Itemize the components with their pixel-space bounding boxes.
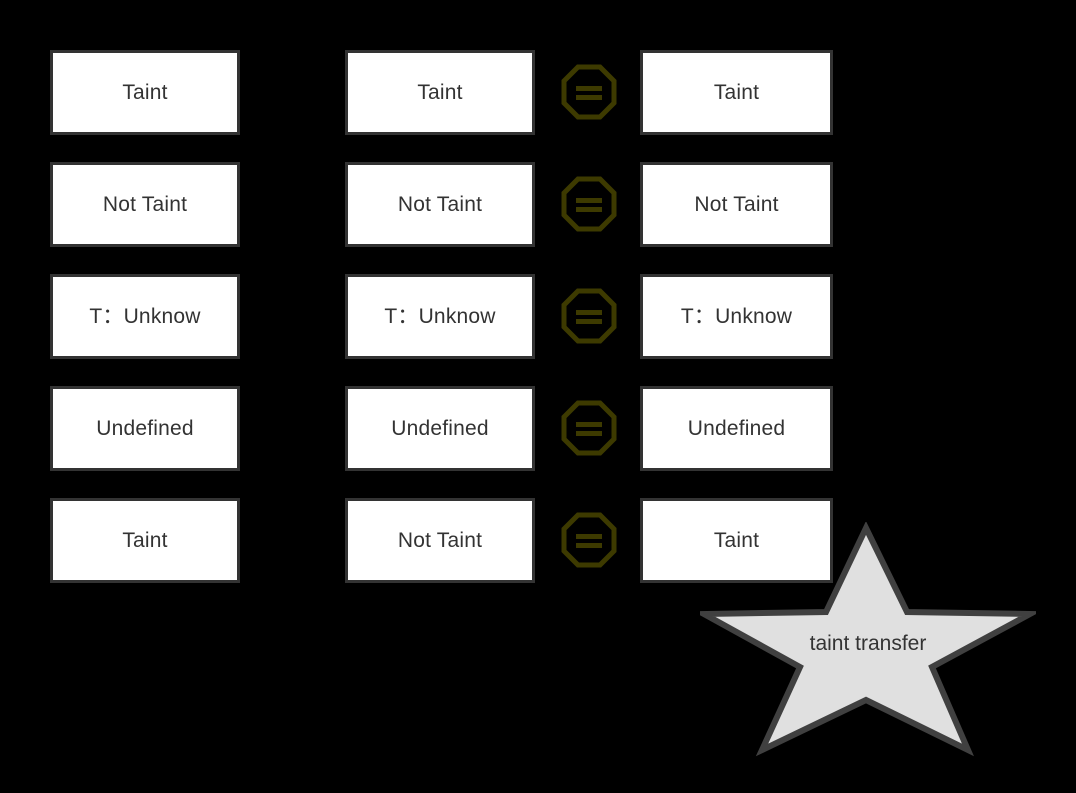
node-box-row3-right[interactable]: T：Unknow	[640, 274, 833, 359]
node-box-row1-left[interactable]: Taint	[50, 50, 240, 135]
node-box-row5-middle[interactable]: Not Taint	[345, 498, 535, 583]
node-label: Taint	[122, 529, 168, 552]
node-label: Not Taint	[694, 193, 779, 216]
octagon-equals-icon	[561, 512, 617, 568]
node-box-row1-right[interactable]: Taint	[640, 50, 833, 135]
node-box-row2-right[interactable]: Not Taint	[640, 162, 833, 247]
node-box-row4-left[interactable]: Undefined	[50, 386, 240, 471]
node-box-row2-middle[interactable]: Not Taint	[345, 162, 535, 247]
node-label: Not Taint	[102, 193, 188, 216]
taint-transfer-label: taint transfer	[809, 632, 927, 655]
node-box-row3-middle[interactable]: T：Unknow	[345, 274, 535, 359]
node-label: Taint	[713, 81, 760, 104]
diagram-canvas: Taint Taint Taint Not Taint Not Taint No…	[0, 0, 1076, 793]
node-label: Taint	[122, 81, 168, 104]
node-box-row4-middle[interactable]: Undefined	[345, 386, 535, 471]
node-box-row3-left[interactable]: T：Unknow	[50, 274, 240, 359]
node-box-row1-middle[interactable]: Taint	[345, 50, 535, 135]
node-label: T：Unknow	[89, 305, 201, 328]
node-box-row2-left[interactable]: Not Taint	[50, 162, 240, 247]
node-label: Undefined	[391, 417, 489, 440]
octagon-equals-icon	[561, 400, 617, 456]
node-label: Not Taint	[397, 529, 483, 552]
node-label: Taint	[417, 81, 463, 104]
node-box-row4-right[interactable]: Undefined	[640, 386, 833, 471]
octagon-equals-icon	[561, 176, 617, 232]
node-label: Undefined	[687, 417, 786, 440]
node-label: T：Unknow	[680, 305, 793, 328]
node-label: Undefined	[96, 417, 194, 440]
node-box-row5-left[interactable]: Taint	[50, 498, 240, 583]
node-label: T：Unknow	[384, 305, 496, 328]
node-label: Not Taint	[397, 193, 483, 216]
octagon-equals-icon	[561, 288, 617, 344]
octagon-equals-icon	[561, 64, 617, 120]
